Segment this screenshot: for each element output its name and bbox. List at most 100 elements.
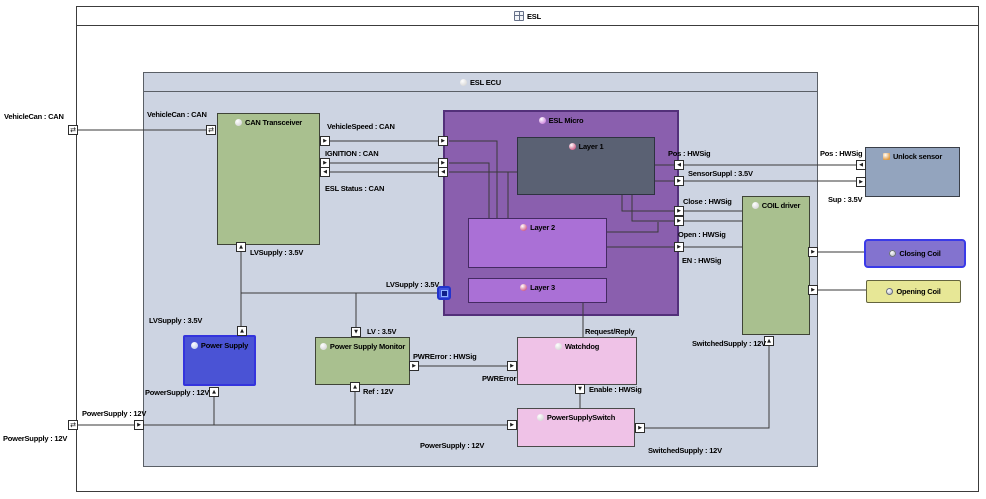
label-powersupply-bottom: PowerSupply : 12V	[420, 441, 485, 450]
block-power-supply-monitor[interactable]: Power Supply Monitor	[315, 337, 410, 385]
block-title: ESL Micro	[445, 116, 677, 125]
label-sup: Sup : 3.5V	[828, 195, 863, 204]
block-title: Opening Coil	[867, 281, 960, 302]
coil-icon	[889, 250, 897, 257]
cd-close-port[interactable]: ▶	[808, 247, 818, 257]
block-label: ESL	[527, 11, 541, 21]
block-opening-coil[interactable]: Opening Coil	[866, 280, 961, 303]
block-title: ESL ECU	[460, 78, 501, 87]
block-title: Power Supply Monitor	[316, 342, 409, 351]
micro-en-port[interactable]: ▶	[674, 242, 684, 252]
title-lane: ESL	[77, 7, 978, 26]
label-powersupply-ecu: PowerSupply : 12V	[82, 409, 147, 418]
block-layer-1[interactable]: Layer 1	[517, 137, 655, 195]
label-powersupply-outer: PowerSupply : 12V	[3, 434, 68, 443]
block-closing-coil[interactable]: Closing Coil	[864, 239, 966, 268]
sphere-icon	[520, 224, 528, 231]
sphere-icon	[234, 119, 242, 126]
block-layer-2[interactable]: Layer 2	[468, 218, 607, 268]
ct-lvsupply-port[interactable]: ▲	[236, 242, 246, 252]
block-title: COIL driver	[743, 201, 809, 210]
diagram-icon	[514, 11, 524, 21]
block-label: Layer 3	[530, 283, 555, 292]
sphere-icon	[536, 414, 544, 421]
block-title: Layer 1	[518, 142, 654, 151]
wd-pwrerror-port[interactable]: ▶	[507, 361, 517, 371]
label-request-reply: Request/Reply	[585, 327, 635, 336]
block-label: ESL ECU	[470, 77, 501, 87]
label-ref: Ref : 12V	[363, 387, 394, 396]
psm-lv-port[interactable]: ▼	[351, 327, 361, 337]
ecu-powersupply-port[interactable]: ▶	[134, 420, 144, 430]
block-label: ESL Micro	[548, 116, 584, 125]
micro-vehiclespeed-port[interactable]: ▶	[438, 136, 448, 146]
frame-vehiclecan-port[interactable]: ⇄	[68, 125, 78, 135]
label-eslstatus: ESL Status : CAN	[325, 184, 385, 193]
sphere-icon	[538, 117, 546, 124]
title-lane: ESL ECU	[144, 73, 817, 92]
block-power-supply-switch[interactable]: PowerSupplySwitch	[517, 408, 635, 447]
block-label: PowerSupplySwitch	[546, 413, 616, 422]
label-powersupply-ps: PowerSupply : 12V	[145, 388, 210, 397]
sphere-icon	[520, 284, 528, 291]
label-pos-sensor: Pos : HWSig	[820, 149, 863, 158]
micro-sensorsuppl-port[interactable]: ▶	[674, 176, 684, 186]
ibd-canvas: ESL ESL ECU CAN Transceiver ESL Micro Layer …	[0, 0, 986, 499]
label-lv: LV : 3.5V	[367, 327, 397, 336]
pss-out-port[interactable]: ▶	[635, 423, 645, 433]
label-enable: Enable : HWSig	[589, 385, 642, 394]
block-label: Layer 2	[530, 223, 555, 232]
coil-icon	[886, 288, 894, 295]
block-title: Layer 3	[469, 283, 606, 292]
psm-ref-port[interactable]: ▲	[350, 382, 360, 392]
psm-pwrerror-port[interactable]: ▶	[409, 361, 419, 371]
block-unlock-sensor[interactable]: Unlock sensor	[865, 147, 960, 197]
label-open: Open : HWSig	[678, 230, 726, 239]
cd-open-port[interactable]: ▶	[808, 285, 818, 295]
label-pos-micro: Pos : HWSig	[668, 149, 711, 158]
sphere-icon	[460, 78, 467, 86]
ps-12v-port[interactable]: ▲	[209, 387, 219, 397]
ps-lv-port[interactable]: ▲	[237, 326, 247, 336]
us-pos-port[interactable]: ◀	[856, 160, 866, 170]
micro-eslstatus-port[interactable]: ◀	[438, 167, 448, 177]
sphere-icon	[319, 343, 327, 350]
block-coil-driver[interactable]: COIL driver	[742, 196, 810, 335]
block-title: PowerSupplySwitch	[518, 413, 634, 422]
label-switchedsupply-bottom: SwitchedSupply : 12V	[648, 446, 722, 455]
block-title: CAN Transceiver	[218, 118, 319, 127]
block-title: Watchdog	[518, 342, 636, 351]
wd-enable-port[interactable]: ▼	[575, 384, 585, 394]
pss-in-port[interactable]: ▶	[507, 420, 517, 430]
block-label: Watchdog	[564, 342, 600, 351]
micro-pos-port[interactable]: ◀	[674, 160, 684, 170]
block-label: Power Supply	[200, 341, 249, 350]
block-title: ESL	[514, 11, 541, 21]
sphere-icon	[751, 202, 759, 209]
ct-vehiclecan-port[interactable]: ⇄	[206, 125, 216, 135]
ct-vehiclespeed-port[interactable]: ▶	[320, 136, 330, 146]
block-watchdog[interactable]: Watchdog	[517, 337, 637, 385]
label-close: Close : HWSig	[683, 197, 732, 206]
block-label: Opening Coil	[896, 287, 941, 296]
us-sup-port[interactable]: ▶	[856, 177, 866, 187]
block-layer-3[interactable]: Layer 3	[468, 278, 607, 303]
sphere-icon	[190, 342, 198, 349]
ct-eslstatus-port[interactable]: ◀	[320, 167, 330, 177]
block-title: Power Supply	[185, 341, 254, 350]
frame-powersupply-port[interactable]: ⇄	[68, 420, 78, 430]
label-ignition: IGNITION : CAN	[325, 149, 379, 158]
block-title: Unlock sensor	[866, 152, 959, 161]
sphere-icon	[568, 143, 576, 150]
sphere-icon	[554, 343, 562, 350]
label-pwrerror: PWRError	[482, 374, 517, 383]
micro-close-port[interactable]: ▶	[674, 206, 684, 216]
block-can-transceiver[interactable]: CAN Transceiver	[217, 113, 320, 245]
label-lvsupply-blue: LVSupply : 3.5V	[386, 280, 440, 289]
micro-open-port[interactable]: ▶	[674, 216, 684, 226]
label-lvsupply-ct: LVSupply : 3.5V	[250, 248, 304, 257]
block-label: COIL driver	[761, 201, 801, 210]
block-power-supply[interactable]: Power Supply	[183, 335, 256, 386]
sensor-icon	[882, 153, 890, 160]
block-label: CAN Transceiver	[244, 118, 303, 127]
